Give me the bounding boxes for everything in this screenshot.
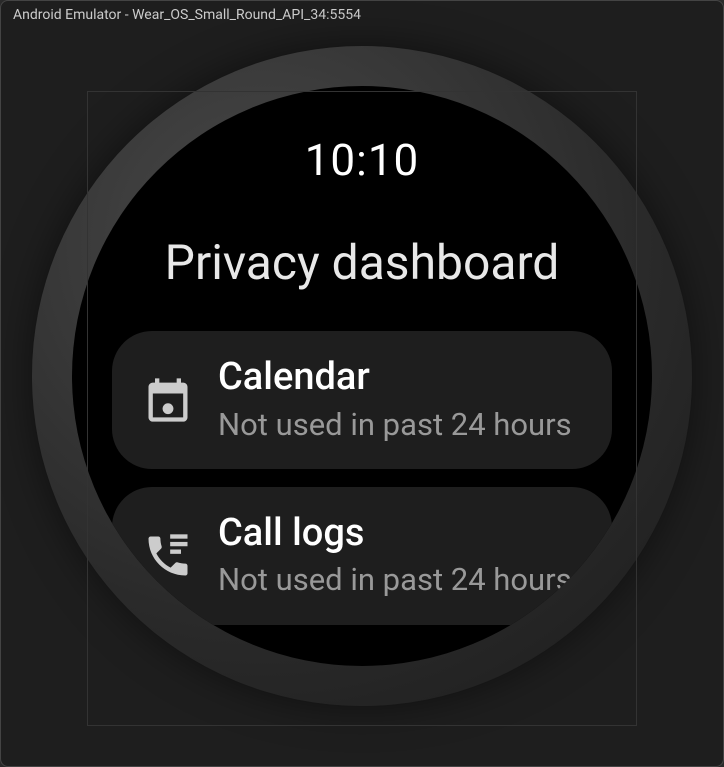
status-time: 10:10	[72, 86, 652, 186]
window-title: Android Emulator - Wear_OS_Small_Round_A…	[1, 1, 723, 29]
page-title: Privacy dashboard	[72, 234, 652, 291]
list-item-content: Calendar Not used in past 24 hours	[218, 355, 584, 445]
calendar-icon	[140, 372, 196, 428]
list-item-calendar[interactable]: Calendar Not used in past 24 hours	[112, 331, 612, 469]
privacy-list[interactable]: Calendar Not used in past 24 hours	[72, 331, 652, 625]
list-item-title: Call logs	[218, 511, 584, 557]
watch-screen[interactable]: 10:10 Privacy dashboard Ca	[72, 86, 652, 666]
list-item-call-logs[interactable]: Call logs Not used in past 24 hours	[112, 487, 612, 625]
emulator-window: Android Emulator - Wear_OS_Small_Round_A…	[0, 0, 724, 767]
list-item-subtitle: Not used in past 24 hours	[218, 405, 584, 445]
emulator-viewport: 10:10 Privacy dashboard Ca	[32, 46, 692, 706]
list-item-subtitle: Not used in past 24 hours	[218, 560, 584, 600]
phone-log-icon	[140, 528, 196, 584]
list-item-content: Call logs Not used in past 24 hours	[218, 511, 584, 601]
list-item-title: Calendar	[218, 355, 584, 401]
watch-bezel: 10:10 Privacy dashboard Ca	[32, 46, 692, 706]
